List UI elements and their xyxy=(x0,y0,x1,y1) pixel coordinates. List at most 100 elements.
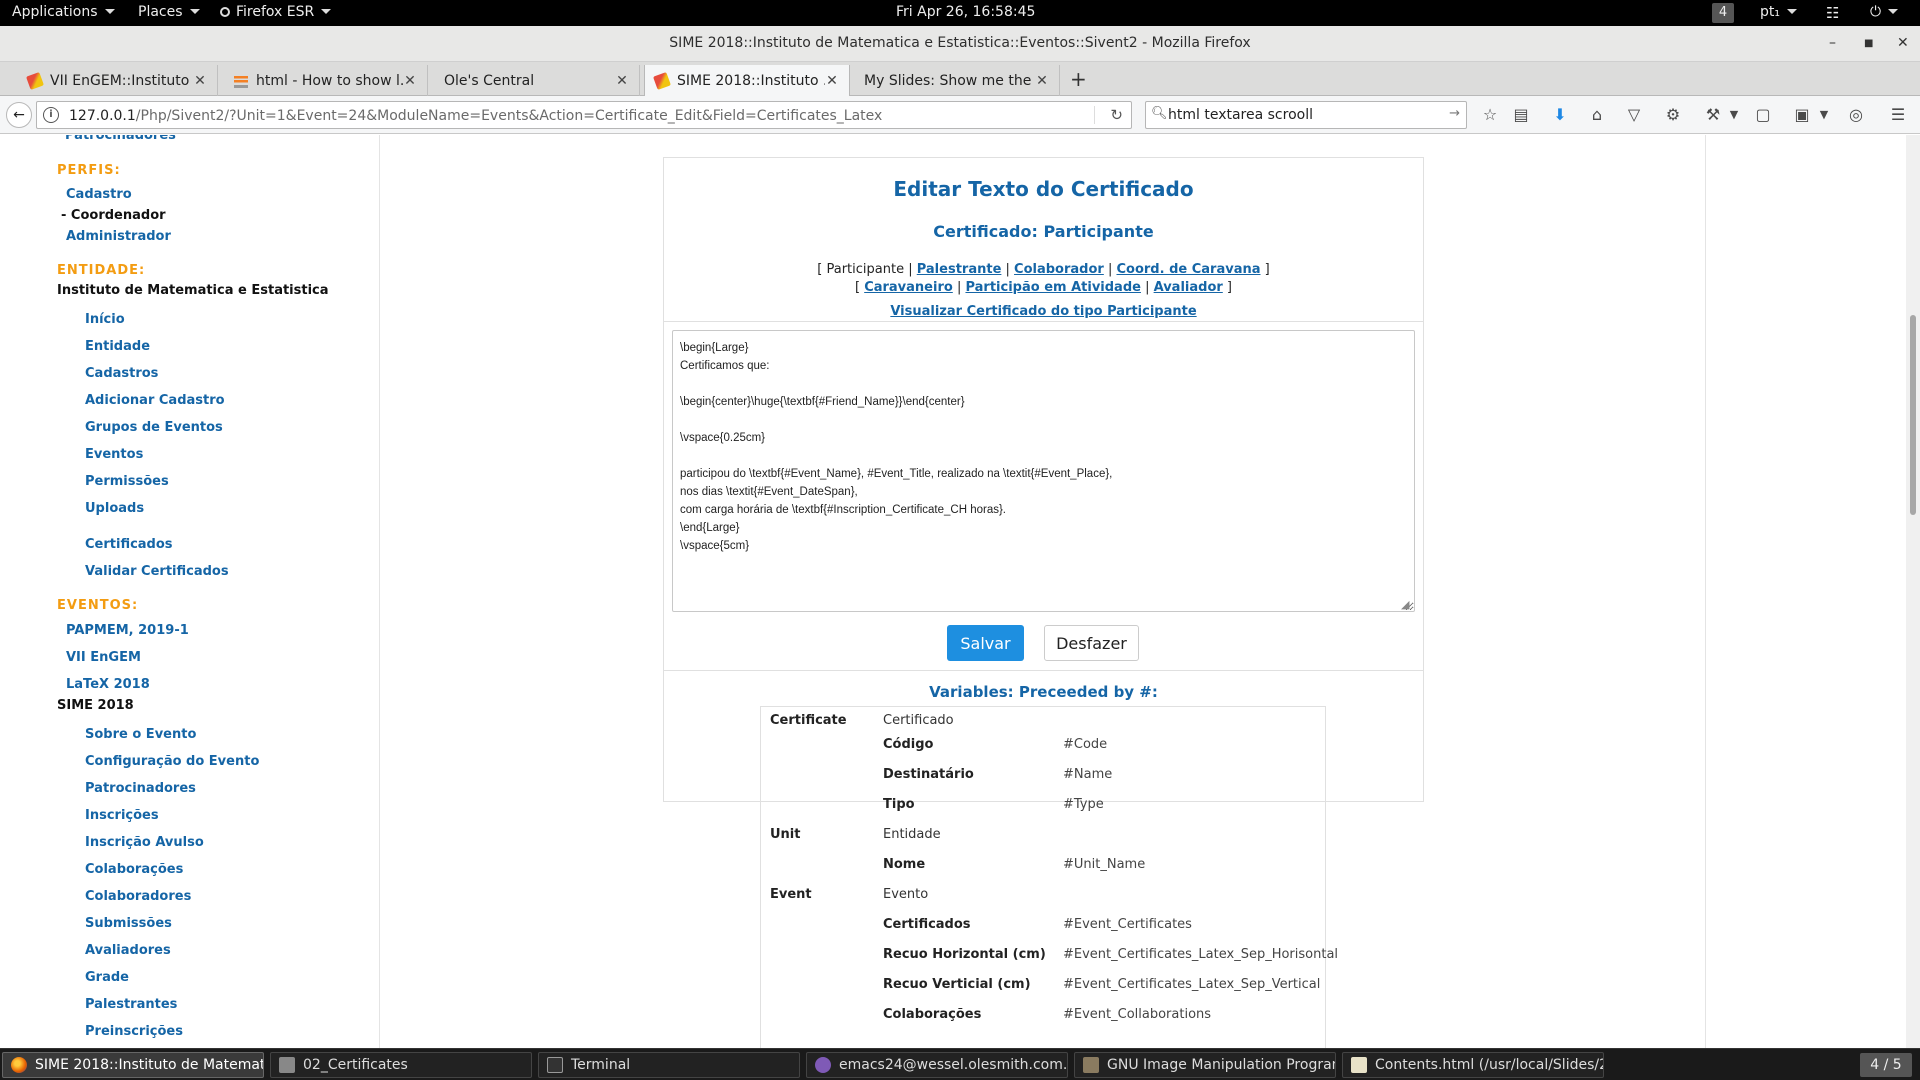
workspace-indicator[interactable]: 4 xyxy=(1712,3,1734,23)
sidebar-item-certificados[interactable]: Certificados xyxy=(85,537,173,552)
download-icon[interactable]: ⬇ xyxy=(1550,105,1570,125)
taskbar-item-terminal[interactable]: Terminal xyxy=(538,1052,800,1078)
eventos-heading: EVENTOS: xyxy=(57,598,139,613)
maximize-button[interactable]: ■ xyxy=(1864,38,1873,49)
taskbar-item-gimp[interactable]: GNU Image Manipulation Program xyxy=(1074,1052,1336,1078)
new-tab-button[interactable]: + xyxy=(1070,67,1087,91)
tab-engem[interactable]: VII EnGEM::Instituto d... ✕ xyxy=(18,65,218,96)
sidebar-item-submissoes[interactable]: Submissões xyxy=(85,916,172,931)
addon-icon[interactable]: ⚙ xyxy=(1663,105,1683,125)
sidebar-item-patrocinadores[interactable]: Patrocinadores xyxy=(85,781,196,796)
taskbar-item-emacs[interactable]: emacs24@wessel.olesmith.com.br xyxy=(806,1052,1068,1078)
workspace-switcher[interactable]: 4 / 5 xyxy=(1860,1053,1912,1077)
search-bar[interactable]: 🔍︎ → xyxy=(1145,101,1467,129)
clock[interactable]: Fri Apr 26, 16:58:45 xyxy=(896,4,1035,20)
reload-icon[interactable]: ↻ xyxy=(1110,106,1123,124)
sidebar-item-eventos[interactable]: Eventos xyxy=(85,447,143,462)
type-link-palestrante[interactable]: Palestrante xyxy=(917,262,1002,277)
pocket-icon[interactable]: ▽ xyxy=(1624,105,1644,125)
network-icon[interactable]: ☷ xyxy=(1826,4,1839,22)
chevron-down-icon[interactable]: ▼ xyxy=(1814,105,1834,125)
sync-icon[interactable]: ◎ xyxy=(1846,105,1866,125)
bookmark-star-icon[interactable]: ☆ xyxy=(1480,105,1500,125)
sidebar-item-inscricao-avulso[interactable]: Inscrição Avulso xyxy=(85,835,204,850)
save-button[interactable]: Salvar xyxy=(947,625,1024,661)
sidebar-item-colaboradores[interactable]: Colaboradores xyxy=(85,889,191,904)
tab-my-slides[interactable]: My Slides: Show me the ... ✕ xyxy=(854,65,1060,96)
sidebar-item-patrocinadores-top[interactable]: Patrocinadores xyxy=(65,135,176,143)
type-link-avaliador[interactable]: Avaliador xyxy=(1154,280,1223,295)
sidebar-item-sobre-o-evento[interactable]: Sobre o Evento xyxy=(85,727,196,742)
type-link-colaborador[interactable]: Colaborador xyxy=(1014,262,1104,277)
chevron-down-icon[interactable]: ▼ xyxy=(1724,105,1744,125)
sidebar-item-engem[interactable]: VII EnGEM xyxy=(66,650,141,665)
sidebar-item-configuracao[interactable]: Configuração do Evento xyxy=(85,754,259,769)
arrow-right-icon[interactable]: → xyxy=(1449,106,1460,121)
menu-icon[interactable]: ☰ xyxy=(1888,105,1908,125)
library-icon[interactable]: ▤ xyxy=(1511,105,1531,125)
sidebar-item-preinscricoes[interactable]: Preinscrições xyxy=(85,1024,183,1039)
undo-button[interactable]: Desfazer xyxy=(1044,625,1139,661)
language-menu[interactable]: pt₁ xyxy=(1760,4,1797,20)
certificate-type-title: Certificado: Participante xyxy=(933,222,1154,241)
certificate-types-row-1: [ Participante | Palestrante | Colaborad… xyxy=(817,262,1270,277)
var-key: Código xyxy=(883,737,934,752)
close-icon[interactable]: ✕ xyxy=(1035,73,1049,89)
close-window-button[interactable]: ✕ xyxy=(1897,35,1909,51)
type-link-participacao-atividade[interactable]: Participão em Atividade xyxy=(965,280,1140,295)
page-scrollbar[interactable] xyxy=(1906,135,1920,1048)
type-link-caravaneiro[interactable]: Caravaneiro xyxy=(864,280,953,295)
close-icon[interactable]: ✕ xyxy=(193,73,207,89)
sidebar-item-papmem[interactable]: PAPMEM, 2019-1 xyxy=(66,623,189,638)
screenshot-icon[interactable]: ▣ xyxy=(1792,105,1812,125)
close-icon[interactable]: ✕ xyxy=(825,73,839,89)
sidebar-item-palestrantes[interactable]: Palestrantes xyxy=(85,997,177,1012)
sidebar-item-adicionar-cadastro[interactable]: Adicionar Cadastro xyxy=(85,393,225,408)
minimize-button[interactable]: – xyxy=(1829,35,1836,51)
power-menu[interactable]: ⏻ xyxy=(1870,4,1899,20)
url-text[interactable]: 127.0.0.1/Php/Sivent2/?Unit=1&Event=24&M… xyxy=(69,108,882,124)
sidebar-item-administrador[interactable]: Administrador xyxy=(66,229,171,244)
taskbar-item-firefox[interactable]: SIME 2018::Instituto de Matemati... xyxy=(2,1052,264,1078)
var-key: Recuo Verticial (cm) xyxy=(883,977,1031,992)
tab-oles-central[interactable]: Ole's Central ✕ xyxy=(434,65,640,96)
taskbar-item-editor[interactable]: Contents.html (/usr/local/Slides/2... xyxy=(1342,1052,1604,1078)
home-icon[interactable]: ⌂ xyxy=(1587,105,1607,125)
sidebar-item-grupos-de-eventos[interactable]: Grupos de Eventos xyxy=(85,420,223,435)
taskbar-item-certificates[interactable]: 02_Certificates xyxy=(270,1052,532,1078)
sidebar-item-inicio[interactable]: Início xyxy=(85,312,125,327)
info-icon[interactable]: i xyxy=(43,107,59,123)
back-button[interactable]: ← xyxy=(6,102,32,128)
close-icon[interactable]: ✕ xyxy=(403,73,417,89)
tab-sime-2018[interactable]: SIME 2018::Instituto ... ✕ xyxy=(644,65,850,97)
taskbar-label: emacs24@wessel.olesmith.com.br xyxy=(839,1057,1068,1073)
search-input[interactable] xyxy=(1168,105,1438,125)
url-bar[interactable]: i 127.0.0.1/Php/Sivent2/?Unit=1&Event=24… xyxy=(36,101,1132,129)
applications-menu[interactable]: Applications xyxy=(12,4,115,20)
sidebar-item-colaboracoes[interactable]: Colaborações xyxy=(85,862,183,877)
var-value: #Event_Certificates_Latex_Sep_Vertical xyxy=(1063,977,1321,992)
sidebar-item-validar-certificados[interactable]: Validar Certificados xyxy=(85,564,229,579)
sidebar-item-grade[interactable]: Grade xyxy=(85,970,129,985)
places-menu[interactable]: Places xyxy=(138,4,200,20)
type-link-coord-caravana[interactable]: Coord. de Caravana xyxy=(1116,262,1260,277)
sidebar-item-permissoes[interactable]: Permissões xyxy=(85,474,169,489)
sidebar-item-uploads[interactable]: Uploads xyxy=(85,501,144,516)
latex-textarea[interactable]: \begin{Large} Certificamos que: \begin{c… xyxy=(672,330,1415,612)
sidebar-item-latex-2018[interactable]: LaTeX 2018 xyxy=(66,677,150,692)
sidebar-item-entidade[interactable]: Entidade xyxy=(85,339,150,354)
sidebar-icon[interactable]: ▢ xyxy=(1753,105,1773,125)
scrollbar-thumb[interactable] xyxy=(1910,315,1916,515)
view-certificate-link[interactable]: Visualizar Certificado do tipo Participa… xyxy=(663,304,1424,319)
sidebar-item-avaliadores[interactable]: Avaliadores xyxy=(85,943,171,958)
sidebar-item-cadastro[interactable]: Cadastro xyxy=(66,187,132,202)
close-icon[interactable]: ✕ xyxy=(615,73,629,89)
wrench-icon[interactable]: ⚒ xyxy=(1703,105,1723,125)
chevron-down-icon xyxy=(189,9,200,14)
sidebar-item-inscricoes[interactable]: Inscrições xyxy=(85,808,159,823)
resize-handle-icon[interactable]: ◢ xyxy=(1401,598,1413,611)
firefox-app-menu[interactable]: Firefox ESR xyxy=(220,4,332,20)
taskbar-label: Contents.html (/usr/local/Slides/2... xyxy=(1375,1057,1604,1073)
sidebar-item-cadastros[interactable]: Cadastros xyxy=(85,366,158,381)
tab-stackoverflow[interactable]: html - How to show l... ✕ xyxy=(224,65,428,96)
